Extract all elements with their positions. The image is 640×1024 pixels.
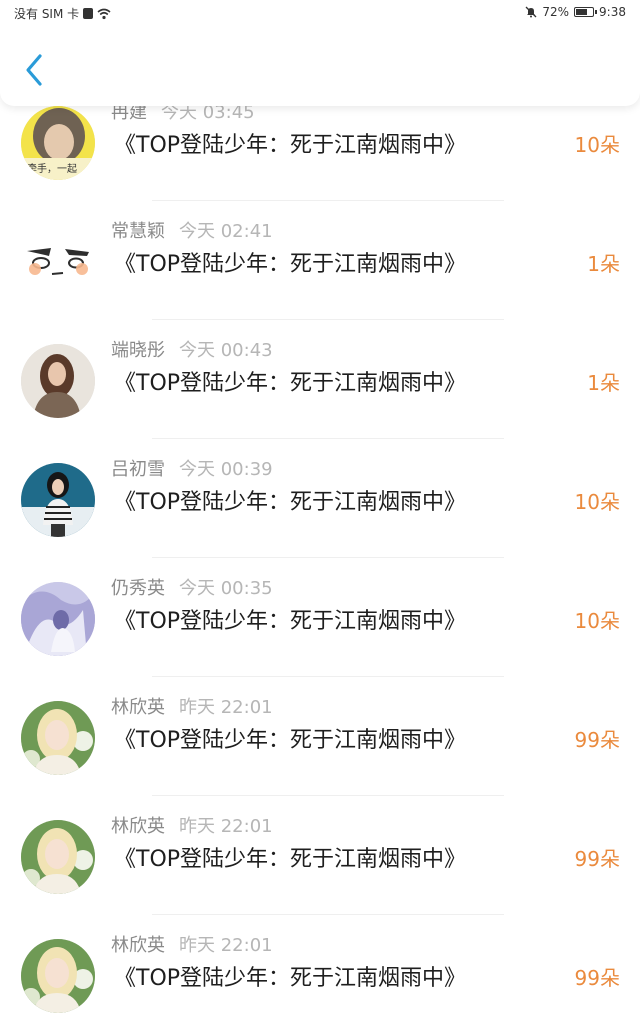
avatar xyxy=(21,463,95,537)
divider xyxy=(152,438,504,439)
divider xyxy=(152,676,504,677)
list-item[interactable]: 吕初雪 今天 00:39 《TOP登陆少年：死于江南烟雨中》 10朵 xyxy=(0,441,640,560)
book-title: 《TOP登陆少年：死于江南烟雨中》 xyxy=(114,966,467,991)
timestamp: 今天 00:43 xyxy=(179,340,273,361)
sim-icon xyxy=(83,8,94,19)
flower-count: 10朵 xyxy=(574,490,620,514)
flower-count: 99朵 xyxy=(574,728,620,752)
battery-icon xyxy=(574,7,598,17)
avatar xyxy=(21,344,95,418)
flower-count: 99朵 xyxy=(574,847,620,871)
book-title: 《TOP登陆少年：死于江南烟雨中》 xyxy=(114,252,467,277)
avatar xyxy=(21,225,95,299)
item-meta: 吕初雪 今天 00:39 xyxy=(111,455,273,481)
mute-bell-icon xyxy=(525,6,537,18)
list-item[interactable]: 仍秀英 今天 00:35 《TOP登陆少年：死于江南烟雨中》 10朵 xyxy=(0,560,640,679)
flower-count: 1朵 xyxy=(587,252,620,276)
sender-name: 仍秀英 xyxy=(111,578,165,599)
flower-count: 1朵 xyxy=(587,371,620,395)
avatar xyxy=(21,701,95,775)
item-meta: 林欣英 昨天 22:01 xyxy=(111,693,273,719)
item-meta: 端晓彤 今天 00:43 xyxy=(111,336,273,362)
divider xyxy=(152,795,504,796)
sender-name: 吕初雪 xyxy=(111,459,165,480)
timestamp: 昨天 22:01 xyxy=(179,697,273,718)
avatar xyxy=(21,939,95,1013)
item-meta: 常慧颖 今天 02:41 xyxy=(111,217,273,243)
book-title: 《TOP登陆少年：死于江南烟雨中》 xyxy=(114,847,467,872)
list-item[interactable]: 端晓彤 今天 00:43 《TOP登陆少年：死于江南烟雨中》 1朵 xyxy=(0,322,640,441)
battery-fill xyxy=(576,9,587,15)
item-meta: 林欣英 昨天 22:01 xyxy=(111,931,273,957)
carrier-text: 没有 SIM 卡 xyxy=(14,7,80,21)
timestamp: 今天 00:39 xyxy=(179,459,273,480)
clock: 9:38 xyxy=(599,5,626,19)
book-title: 《TOP登陆少年：死于江南烟雨中》 xyxy=(114,490,467,515)
timestamp: 今天 02:41 xyxy=(179,221,273,242)
list-item[interactable]: 林欣英 昨天 22:01 《TOP登陆少年：死于江南烟雨中》 99朵 xyxy=(0,798,640,917)
battery-percent: 72% xyxy=(542,5,570,19)
timestamp: 昨天 22:01 xyxy=(179,935,273,956)
sender-name: 常慧颖 xyxy=(111,221,165,242)
divider xyxy=(152,914,504,915)
back-button[interactable] xyxy=(18,50,52,90)
timestamp: 今天 00:35 xyxy=(179,578,273,599)
sender-name: 林欣英 xyxy=(111,697,165,718)
avatar xyxy=(21,582,95,656)
flower-count: 10朵 xyxy=(574,609,620,633)
sender-name: 林欣英 xyxy=(111,816,165,837)
flower-count: 10朵 xyxy=(574,133,620,157)
list-item[interactable]: 林欣英 昨天 22:01 《TOP登陆少年：死于江南烟雨中》 99朵 xyxy=(0,679,640,798)
divider xyxy=(152,200,504,201)
wifi-icon xyxy=(97,8,111,19)
svg-text:牵手，一起: 牵手，一起 xyxy=(27,162,77,175)
sender-name: 端晓彤 xyxy=(111,340,165,361)
status-bar: 没有 SIM 卡 72% 9:38 xyxy=(0,0,640,26)
avatar: 牵手，一起 xyxy=(21,106,95,180)
status-left: 没有 SIM 卡 xyxy=(14,5,111,22)
list-item[interactable]: 常慧颖 今天 02:41 《TOP登陆少年：死于江南烟雨中》 1朵 xyxy=(0,203,640,322)
divider xyxy=(152,319,504,320)
chevron-left-icon xyxy=(26,54,42,86)
book-title: 《TOP登陆少年：死于江南烟雨中》 xyxy=(114,609,467,634)
list-item[interactable]: 林欣英 昨天 22:01 《TOP登陆少年：死于江南烟雨中》 99朵 xyxy=(0,917,640,1024)
flower-count: 99朵 xyxy=(574,966,620,990)
header-bar xyxy=(0,26,640,106)
book-title: 《TOP登陆少年：死于江南烟雨中》 xyxy=(114,728,467,753)
book-title: 《TOP登陆少年：死于江南烟雨中》 xyxy=(114,133,467,158)
timestamp: 昨天 22:01 xyxy=(179,816,273,837)
divider xyxy=(152,557,504,558)
gift-record-list: 牵手，一起 冉建 今天 03:45 《TOP登陆少年：死于江南烟雨中》 10朵 常… xyxy=(0,0,640,1024)
status-right: 72% 9:38 xyxy=(525,5,626,19)
book-title: 《TOP登陆少年：死于江南烟雨中》 xyxy=(114,371,467,396)
avatar xyxy=(21,820,95,894)
sender-name: 林欣英 xyxy=(111,935,165,956)
item-meta: 林欣英 昨天 22:01 xyxy=(111,812,273,838)
item-meta: 仍秀英 今天 00:35 xyxy=(111,574,273,600)
